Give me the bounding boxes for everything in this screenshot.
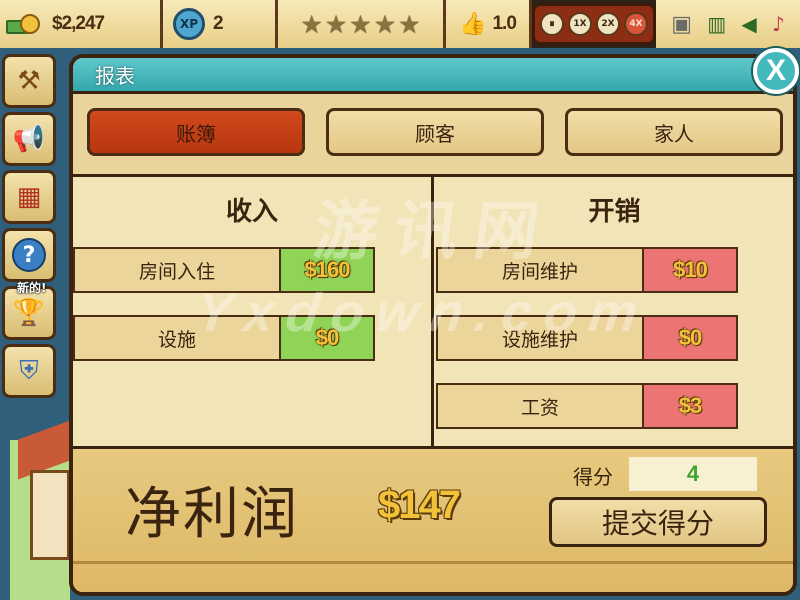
expense-row-label: 工资 — [438, 385, 644, 427]
star-rating: ★ ★ ★ ★ ★ — [278, 0, 446, 48]
expense-row-value: $10 — [644, 249, 736, 291]
report-tabs: 账簿 顾客 家人 — [87, 108, 783, 156]
pause-button[interactable]: ⏸ — [540, 12, 564, 36]
income-row-value: $0 — [281, 317, 373, 359]
map-icon[interactable]: ▥ — [707, 12, 726, 36]
tab-family[interactable]: 家人 — [565, 108, 783, 156]
speed-controls: ⏸ 1X 2X 4X — [532, 3, 656, 45]
satisfaction-display: 👍 1.0 — [446, 0, 532, 48]
expense-row-label: 设施维护 — [438, 317, 644, 359]
income-row-value: $160 — [281, 249, 373, 291]
close-button[interactable]: X — [753, 48, 799, 94]
xp-value: 2 — [213, 13, 224, 34]
calendar-icon: ▦ — [16, 182, 42, 212]
net-profit-value: $147 — [378, 483, 461, 527]
speed-2x-button[interactable]: 2X — [596, 12, 620, 36]
star-icon: ★ — [349, 9, 372, 39]
footer-divider — [73, 561, 793, 564]
background-building — [30, 470, 70, 560]
xp-display: XP 2 — [163, 0, 278, 48]
thumbs-up-icon: 👍 — [459, 11, 487, 37]
money-amount: $2,247 — [52, 13, 105, 34]
dialog-header: 报表 — [73, 58, 793, 94]
money-icon — [6, 12, 42, 36]
dialog-title: 报表 — [95, 64, 135, 88]
expense-column: 开销 房间维护 $10 设施维护 $0 工资 $3 — [436, 177, 793, 446]
star-icon: ★ — [300, 9, 323, 39]
expense-row: 设施维护 $0 — [436, 315, 738, 361]
sound-icon[interactable]: ◀ — [741, 12, 756, 36]
income-title: 收入 — [225, 197, 278, 227]
expense-row-label: 房间维护 — [438, 249, 644, 291]
top-hud: $2,247 XP 2 ★ ★ ★ ★ ★ 👍 1.0 ⏸ 1X 2X 4X ▣… — [0, 0, 800, 48]
money-display: $2,247 — [0, 0, 163, 48]
megaphone-icon: 📢 — [12, 124, 46, 154]
net-profit-label: 净利润 — [125, 482, 299, 547]
music-icon[interactable]: ♪ — [772, 12, 785, 36]
report-dialog: 报表 账簿 顾客 家人 收入 房间入住 $160 设施 $0 开销 房间维护 $… — [69, 54, 797, 596]
income-row-label: 房间入住 — [75, 249, 281, 291]
hud-tools: ▣ ▥ ◀ ♪ — [656, 0, 800, 48]
summary-footer: 净利润 $147 得分 4 提交得分 — [73, 449, 793, 592]
tab-ledger[interactable]: 账簿 — [87, 108, 305, 156]
advertise-button[interactable]: 📢 — [2, 112, 56, 166]
help-button[interactable]: ? — [2, 228, 56, 282]
trophy-icon: 🏆 — [12, 298, 46, 328]
speed-1x-button[interactable]: 1X — [568, 12, 592, 36]
expense-row: 工资 $3 — [436, 383, 738, 429]
calendar-button[interactable]: ▦ — [2, 170, 56, 224]
ledger-panel: 收入 房间入住 $160 设施 $0 开销 房间维护 $10 设施维护 $0 工… — [73, 174, 793, 449]
tab-customers[interactable]: 顾客 — [326, 108, 544, 156]
expense-row: 房间维护 $10 — [436, 247, 738, 293]
income-column: 收入 房间入住 $160 设施 $0 — [73, 177, 434, 446]
expense-title: 开销 — [588, 197, 641, 227]
score-value: 4 — [629, 457, 757, 491]
star-icon: ★ — [373, 9, 397, 39]
star-icon: ★ — [324, 9, 348, 39]
new-badge: 新的! — [17, 281, 47, 295]
score-label: 得分 — [573, 465, 613, 489]
save-icon[interactable]: ▣ — [671, 12, 692, 37]
speed-4x-button[interactable]: 4X — [624, 12, 648, 36]
build-hammer-button[interactable]: ⚒ — [2, 54, 56, 108]
hammer-icon: ⚒ — [17, 66, 41, 96]
income-row: 设施 $0 — [73, 315, 375, 361]
shield-icon: ⛨ — [19, 355, 39, 386]
left-sidebar: ⚒ 📢 ▦ ? 新的! 🏆 ⛨ — [0, 50, 58, 402]
security-button[interactable]: ⛨ — [2, 344, 56, 398]
star-icon: ★ — [398, 9, 421, 39]
satisfaction-value: 1.0 — [492, 13, 516, 34]
xp-icon: XP — [173, 8, 205, 40]
income-row-label: 设施 — [75, 317, 281, 359]
expense-row-value: $0 — [644, 317, 736, 359]
income-row: 房间入住 $160 — [73, 247, 375, 293]
achievements-button[interactable]: 新的! 🏆 — [2, 281, 56, 340]
expense-row-value: $3 — [644, 385, 736, 427]
submit-score-button[interactable]: 提交得分 — [549, 497, 767, 547]
question-icon: ? — [12, 238, 46, 272]
